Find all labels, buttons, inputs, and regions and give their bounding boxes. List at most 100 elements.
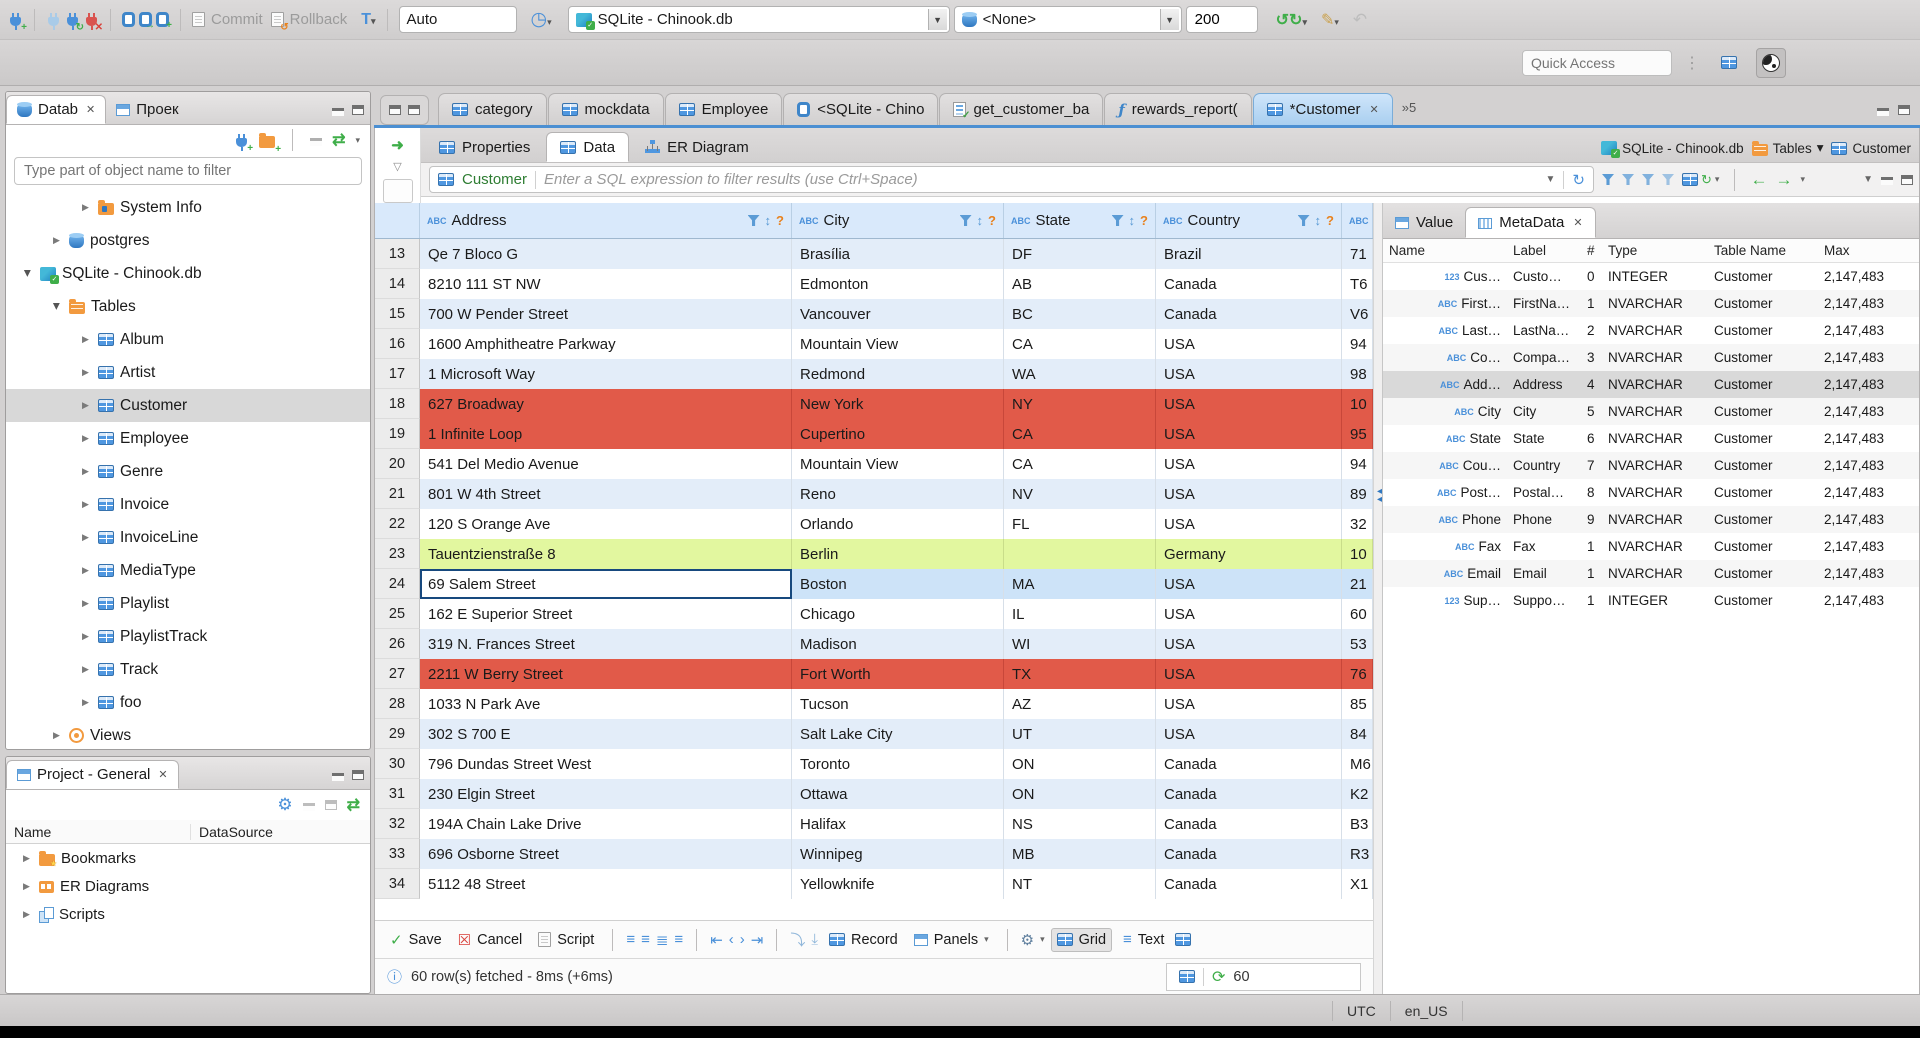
cell-postal[interactable]: 89 bbox=[1342, 479, 1373, 509]
cell-address[interactable]: 627 Broadway bbox=[420, 389, 792, 419]
chevron-down-icon[interactable]: ▽ bbox=[393, 160, 401, 173]
cell-city[interactable]: Reno bbox=[792, 479, 1004, 509]
cell-address[interactable]: 1033 N Park Ave bbox=[420, 689, 792, 719]
cell-postal[interactable]: 94 bbox=[1342, 329, 1373, 359]
meta-column-item[interactable]: # bbox=[1585, 243, 1602, 258]
row-number[interactable]: 28 bbox=[375, 689, 420, 719]
restore-view-icon[interactable] bbox=[389, 105, 401, 115]
tree-item-playlist[interactable]: ▶ Playlist bbox=[6, 587, 370, 620]
row-number[interactable]: 22 bbox=[375, 509, 420, 539]
cell-address[interactable]: 5112 48 Street bbox=[420, 869, 792, 899]
cell-state[interactable]: NT bbox=[1004, 869, 1156, 899]
tab-metadata[interactable]: MetaData ✕ bbox=[1465, 207, 1596, 238]
tab-database-navigator[interactable]: Datab ✕ bbox=[6, 95, 107, 124]
open-sql-script-icon[interactable]: → bbox=[139, 12, 155, 31]
metadata-row-custo[interactable]: 123 Cus… Custo… 0 INTEGER Customer 2,147,483 bbox=[1383, 263, 1919, 290]
link-editor-icon[interactable]: ⇄ bbox=[347, 795, 360, 815]
cell-postal[interactable]: M6 bbox=[1342, 749, 1373, 779]
minimize-icon[interactable] bbox=[332, 108, 344, 116]
expander-icon[interactable]: ▶ bbox=[79, 433, 92, 444]
tree-item-sqlite-chinook-db[interactable]: ▶ SQLite - Chinook.db bbox=[6, 257, 370, 290]
metadata-row-city[interactable]: ABC City City 5 NVARCHAR Customer 2,147,483 bbox=[1383, 398, 1919, 425]
cell-address[interactable]: Tauentzienstraße 8 bbox=[420, 539, 792, 569]
cell-postal[interactable]: 85 bbox=[1342, 689, 1373, 719]
cell-address[interactable]: 302 S 700 E bbox=[420, 719, 792, 749]
collapse-all-icon[interactable] bbox=[302, 802, 315, 811]
cell-address[interactable]: 319 N. Frances Street bbox=[420, 629, 792, 659]
expander-icon[interactable]: ▶ bbox=[51, 300, 62, 313]
tree-item-invoice[interactable]: ▶ Invoice bbox=[6, 488, 370, 521]
datasource-select[interactable]: SQLite - Chinook.db ▼ bbox=[567, 6, 950, 33]
cell-state[interactable]: AZ bbox=[1004, 689, 1156, 719]
row-number[interactable]: 16 bbox=[375, 329, 420, 359]
filter-history-icon[interactable]: ▼ bbox=[1546, 174, 1556, 185]
row-number[interactable]: 32 bbox=[375, 809, 420, 839]
cell-country[interactable]: USA bbox=[1156, 419, 1342, 449]
subtab-properties[interactable]: Properties bbox=[425, 132, 544, 162]
cell-country[interactable]: Canada bbox=[1156, 749, 1342, 779]
tree-item-playlisttrack[interactable]: ▶ PlaylistTrack bbox=[6, 620, 370, 653]
cell-city[interactable]: Berlin bbox=[792, 539, 1004, 569]
expand-all-icon[interactable] bbox=[324, 800, 337, 810]
editor-tab-mockdata[interactable]: mockdata bbox=[547, 93, 664, 125]
column-header-city[interactable]: ABC City ↕? bbox=[792, 203, 1004, 238]
meta-column-label[interactable]: Label bbox=[1507, 243, 1585, 258]
cell-address[interactable]: 162 E Superior Street bbox=[420, 599, 792, 629]
fetch-all-icon[interactable]: ⤓ bbox=[811, 931, 818, 948]
cell-address[interactable]: 796 Dundas Street West bbox=[420, 749, 792, 779]
filter-icon[interactable] bbox=[1297, 215, 1310, 226]
cell-country[interactable]: Canada bbox=[1156, 269, 1342, 299]
meta-column-max[interactable]: Max bbox=[1818, 243, 1919, 258]
cell-country[interactable]: Canada bbox=[1156, 869, 1342, 899]
cell-city[interactable]: Brasília bbox=[792, 239, 1004, 269]
side-panel-box[interactable] bbox=[382, 179, 413, 203]
expander-icon[interactable]: ▶ bbox=[79, 598, 92, 609]
filter-icon[interactable] bbox=[1602, 174, 1614, 185]
cell-country[interactable]: Canada bbox=[1156, 779, 1342, 809]
cell-postal[interactable]: 84 bbox=[1342, 719, 1373, 749]
execute-icon[interactable]: ➜ bbox=[391, 136, 404, 154]
commit-button[interactable]: Commit bbox=[211, 11, 263, 28]
row-number[interactable]: 23 bbox=[375, 539, 420, 569]
cell-address[interactable]: 1600 Amphitheatre Parkway bbox=[420, 329, 792, 359]
cell-postal[interactable]: 21 bbox=[1342, 569, 1373, 599]
previous-transactions-icon[interactable]: ◷▾ bbox=[531, 8, 552, 31]
undo-icon[interactable]: ↶ bbox=[1353, 10, 1367, 30]
maximize-icon[interactable] bbox=[1898, 105, 1910, 115]
metadata-row-state[interactable]: ABC State State 6 NVARCHAR Customer 2,147,483 bbox=[1383, 425, 1919, 452]
cell-country[interactable]: USA bbox=[1156, 719, 1342, 749]
cell-city[interactable]: Fort Worth bbox=[792, 659, 1004, 689]
minimize-icon[interactable] bbox=[1881, 177, 1893, 185]
fetch-page-icon[interactable]: ⤵ bbox=[790, 929, 805, 950]
nav-menu-icon[interactable]: ▾ bbox=[1800, 174, 1805, 185]
breadcrumb-tables[interactable]: Tables ▾ bbox=[1751, 140, 1823, 156]
project-item-bookmarks[interactable]: ▶ Bookmarks bbox=[6, 844, 370, 872]
tree-item-foo[interactable]: ▶ foo bbox=[6, 686, 370, 719]
cell-city[interactable]: Edmonton bbox=[792, 269, 1004, 299]
tree-item-invoiceline[interactable]: ▶ InvoiceLine bbox=[6, 521, 370, 554]
cell-state[interactable]: NV bbox=[1004, 479, 1156, 509]
filter-custom-icon[interactable] bbox=[1662, 174, 1674, 185]
close-icon[interactable]: ✕ bbox=[1370, 103, 1379, 116]
row-number[interactable]: 30 bbox=[375, 749, 420, 779]
row-number[interactable]: 13 bbox=[375, 239, 420, 269]
row-number[interactable]: 31 bbox=[375, 779, 420, 809]
cell-address[interactable]: 700 W Pender Street bbox=[420, 299, 792, 329]
metadata-row-email[interactable]: ABC Email Email 1 NVARCHAR Customer 2,147,483 bbox=[1383, 560, 1919, 587]
cell-country[interactable]: USA bbox=[1156, 359, 1342, 389]
new-sql-script-icon[interactable]: + bbox=[156, 12, 172, 31]
cell-postal[interactable]: R3 bbox=[1342, 839, 1373, 869]
cell-city[interactable]: Salt Lake City bbox=[792, 719, 1004, 749]
filter-icon[interactable] bbox=[747, 215, 760, 226]
tab-project-general[interactable]: Project - General ✕ bbox=[6, 760, 179, 789]
panels-button[interactable]: Panels ▾ bbox=[909, 929, 994, 951]
cell-state[interactable]: CA bbox=[1004, 419, 1156, 449]
expander-icon[interactable]: ▶ bbox=[79, 367, 92, 378]
close-icon[interactable]: ✕ bbox=[1573, 216, 1582, 229]
open-perspective-icon[interactable] bbox=[1714, 48, 1744, 78]
restore-view-icon[interactable] bbox=[408, 105, 420, 115]
cell-address[interactable]: 194A Chain Lake Drive bbox=[420, 809, 792, 839]
project-item-scripts[interactable]: ▶ Scripts bbox=[6, 900, 370, 928]
sql-editor-icon[interactable] bbox=[122, 12, 135, 27]
editor-tab-category[interactable]: category bbox=[438, 93, 547, 125]
